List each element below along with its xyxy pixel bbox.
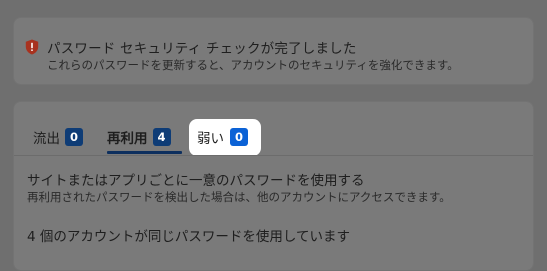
reused-account-count: 4 個のアカウントが同じパスワードを使用しています [27,229,350,245]
tab-label: 再利用 [107,131,148,147]
count-badge: 0 [65,128,83,146]
tabs-divider [14,155,533,156]
section-description: 再利用されたパスワードを検出した場合は、他のアカウントにアクセスできます。 [27,190,451,204]
tab-weak[interactable]: 弱い 0 [197,127,248,147]
reused-passwords-panel: 流出 0 再利用 4 弱い 0 サイトまたはアプリごとに一意のパスワードを使用す… [13,101,534,271]
tab-label: 弱い [197,131,224,147]
count-badge: 4 [152,128,171,146]
warning-shield-icon [25,39,39,55]
password-issue-tabs: 流出 0 再利用 4 弱い 0 [14,102,533,156]
status-title: パスワード セキュリティ チェックが完了しました [47,41,357,57]
section-title: サイトまたはアプリごとに一意のパスワードを使用する [27,173,365,189]
count-badge: 0 [230,128,248,146]
status-description: これらのパスワードを更新すると、アカウントのセキュリティを強化できます。 [47,58,459,72]
active-tab-indicator [107,151,182,154]
tab-reused[interactable]: 再利用 4 [107,127,171,147]
tab-leaked[interactable]: 流出 0 [33,127,83,147]
password-check-status-card: パスワード セキュリティ チェックが完了しました これらのパスワードを更新すると… [13,17,534,85]
tab-label: 流出 [33,131,60,147]
